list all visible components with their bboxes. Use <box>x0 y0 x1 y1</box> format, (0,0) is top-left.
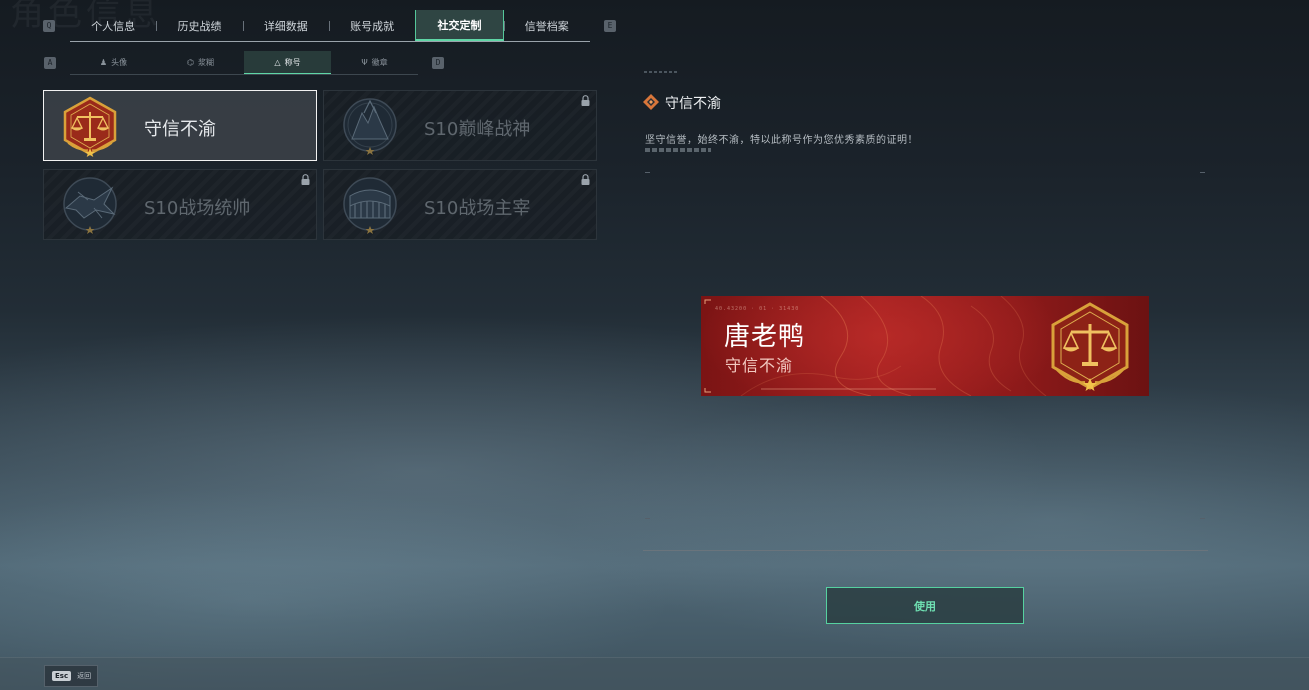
nameplate-code: 40.43200 · 01 · 31430 <box>715 306 800 312</box>
lock-icon <box>581 95 590 106</box>
bottom-bar <box>0 657 1309 690</box>
subtab-title-label: 称号 <box>284 57 301 67</box>
corner-tick <box>645 518 650 519</box>
detail-title: 守信不渝 <box>665 96 721 112</box>
title-diamond-icon <box>643 94 659 110</box>
subtab-title[interactable]: △ 称号 <box>244 51 331 74</box>
title-card-commander[interactable]: S10战场统帅 <box>43 169 317 240</box>
subtab-frame-label: 浆糊 <box>197 58 214 67</box>
title-card-name: S10战场主宰 <box>424 198 531 219</box>
subtab-avatar[interactable]: ♟ 头像 <box>70 51 157 74</box>
tab-match-history[interactable]: 历史战绩 <box>156 10 242 41</box>
corner-tick <box>1200 172 1205 173</box>
decorative-dash-line <box>645 148 711 152</box>
nameplate-player-name: 唐老鸭 <box>724 322 806 352</box>
tab-achievements[interactable]: 账号成就 <box>328 10 415 41</box>
title-card-name: S10巅峰战神 <box>424 119 531 140</box>
next-subtab-key-hint[interactable]: D <box>432 57 444 69</box>
top-tab-bar: 个人信息 历史战绩 详细数据 账号成就 社交定制 信誉档案 <box>70 10 590 42</box>
title-icon: △ <box>274 57 281 67</box>
lock-icon <box>581 174 590 185</box>
title-card-name: S10战场统帅 <box>144 198 251 219</box>
tab-personal-info[interactable]: 个人信息 <box>70 10 156 41</box>
tab-credit-record[interactable]: 信誉档案 <box>503 10 590 41</box>
prev-tab-key-hint[interactable]: Q <box>43 20 55 32</box>
scales-badge-icon <box>63 96 117 157</box>
back-button[interactable]: Esc 返回 <box>44 665 98 687</box>
title-card-dominator[interactable]: S10战场主宰 <box>323 169 597 240</box>
tab-social-customization[interactable]: 社交定制 <box>415 10 504 41</box>
corner-tick <box>1200 518 1205 519</box>
tab-detailed-stats[interactable]: 详细数据 <box>242 10 329 41</box>
title-card-peak-warrior[interactable]: S10巅峰战神 <box>323 90 597 161</box>
frame-icon: ⌬ <box>187 58 194 67</box>
colosseum-badge-icon <box>343 177 397 234</box>
commander-badge-icon <box>63 177 117 234</box>
subtab-frame[interactable]: ⌬ 浆糊 <box>157 51 244 74</box>
nameplate-preview: 40.43200 · 01 · 31430 唐老鸭 守信不渝 <box>701 296 1149 396</box>
decorative-dash-line <box>644 71 678 73</box>
title-card-name: 守信不渝 <box>144 119 216 140</box>
title-card-trustworthy[interactable]: 守信不渝 <box>43 90 317 161</box>
person-icon: ♟ <box>99 58 108 67</box>
nameplate-title: 守信不渝 <box>725 356 794 375</box>
peak-warrior-badge-icon <box>343 98 397 155</box>
detail-description: 坚守信誉，始终不渝，特以此称号作为您优秀素质的证明！ <box>645 135 918 146</box>
section-divider <box>643 550 1208 551</box>
subtab-emblem-label: 徽章 <box>371 58 388 67</box>
esc-key-hint: Esc <box>52 671 72 681</box>
scales-badge-icon <box>1051 302 1129 391</box>
use-button[interactable]: 使用 <box>826 587 1024 624</box>
back-label: 返回 <box>77 672 92 680</box>
sub-tab-bar: ♟ 头像 ⌬ 浆糊 △ 称号 Ψ 徽章 <box>70 51 418 75</box>
lock-icon <box>301 174 310 185</box>
next-tab-key-hint[interactable]: E <box>604 20 616 32</box>
subtab-avatar-label: 头像 <box>111 58 128 67</box>
prev-subtab-key-hint[interactable]: A <box>44 57 56 69</box>
emblem-icon: Ψ <box>361 58 368 67</box>
subtab-emblem[interactable]: Ψ 徽章 <box>331 51 418 74</box>
corner-tick <box>645 172 650 173</box>
